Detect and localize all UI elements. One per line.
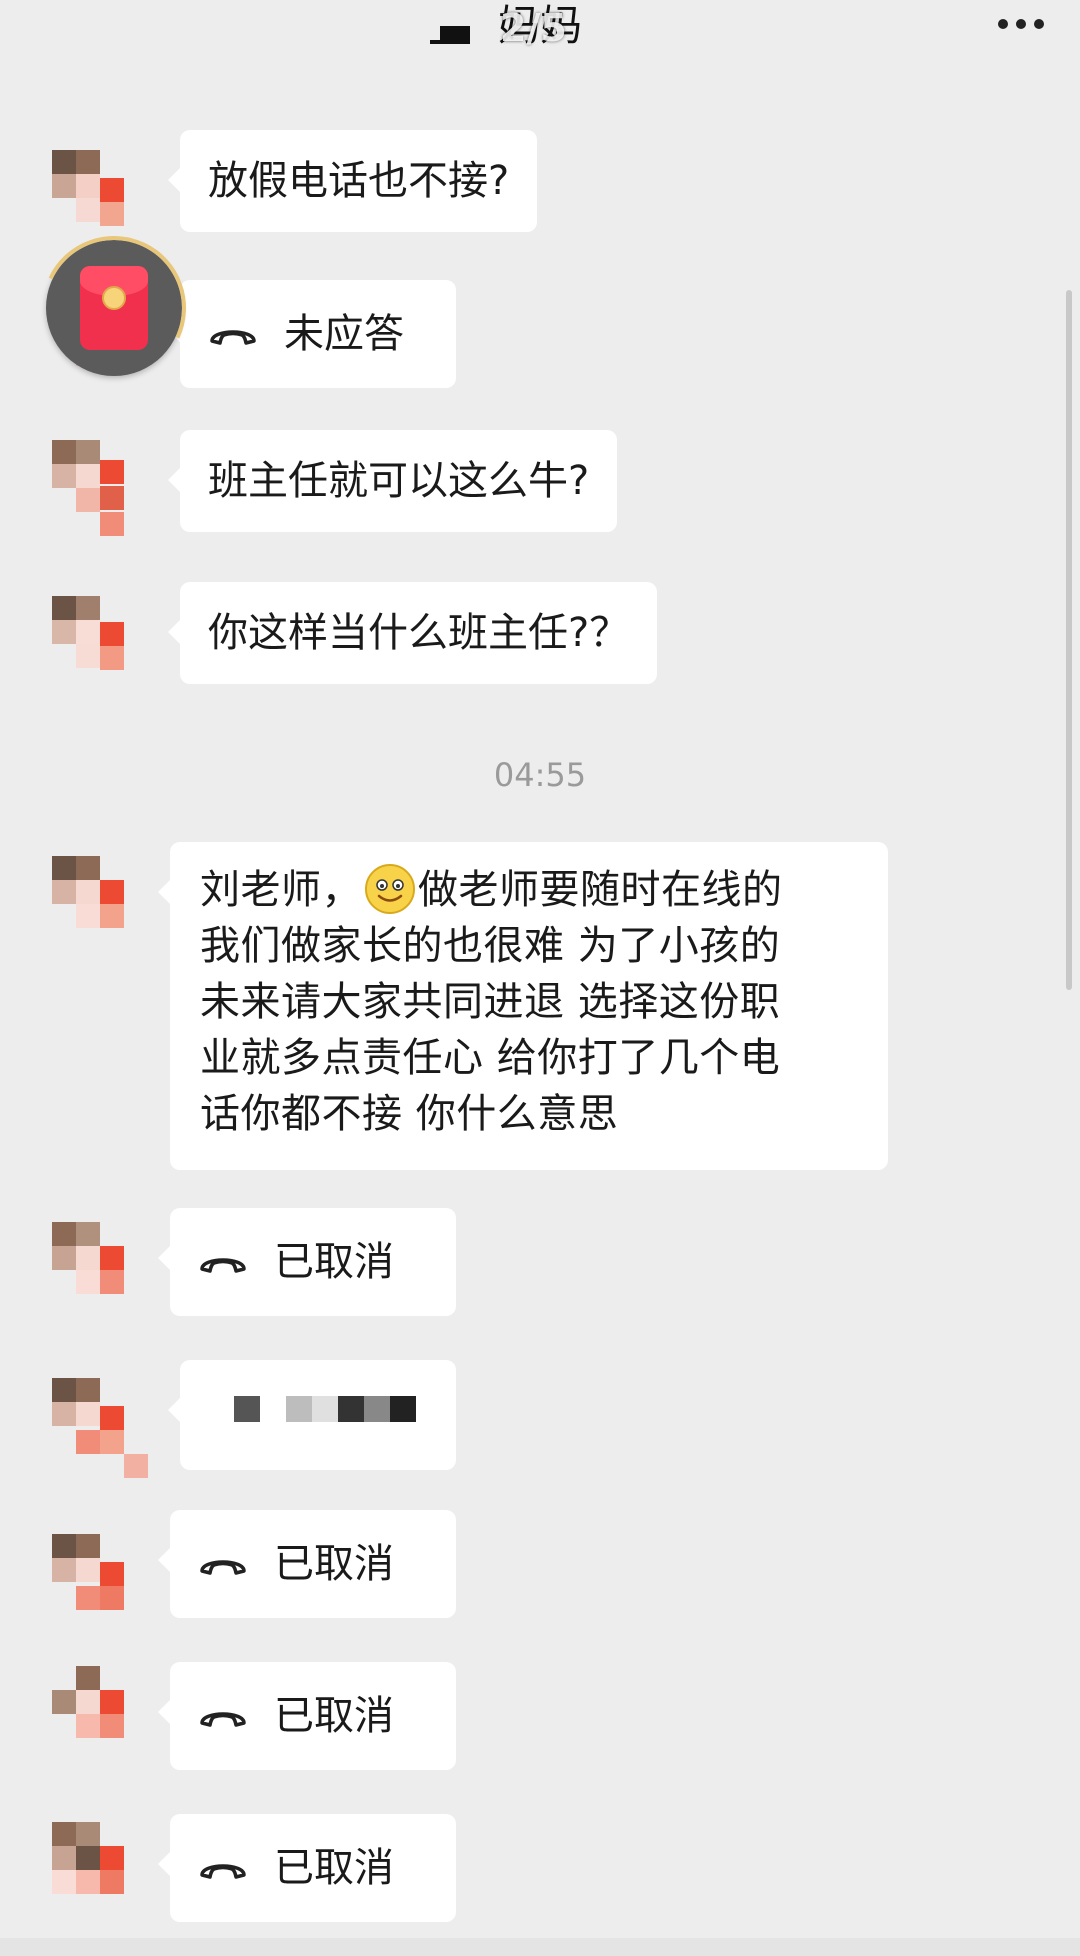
message-text: 班主任就可以这么牛? (208, 458, 590, 504)
call-status-text: 已取消 (274, 1845, 394, 1891)
avatar[interactable] (52, 596, 152, 700)
call-bubble[interactable]: 已取消 (158, 1208, 456, 1316)
phone-hangup-icon (200, 1560, 246, 1575)
phone-hangup-icon (210, 330, 256, 345)
redacted-content (234, 1396, 428, 1422)
phone-hangup-icon (200, 1258, 246, 1273)
image-page-counter: 2/5 (500, 6, 567, 50)
avatar[interactable] (52, 1534, 152, 1638)
message-line: 我们做家长的也很难 为了小孩的 (200, 923, 781, 969)
call-status-text: 已取消 (274, 1541, 394, 1587)
message-line: 刘老师， 做老师要随时在线的 (200, 862, 860, 918)
message-text: 做老师要随时在线的 (418, 867, 783, 913)
back-icon[interactable] (430, 26, 470, 44)
smile-emoji-icon (365, 864, 415, 914)
avatar[interactable] (52, 1666, 152, 1770)
message-line: 话你都不接 你什么意思 (200, 1091, 619, 1137)
avatar[interactable] (52, 1822, 152, 1926)
phone-hangup-icon (200, 1864, 246, 1879)
red-packet-float-button[interactable] (21, 215, 207, 401)
bottom-edge (0, 1938, 1080, 1956)
message-bubble[interactable]: 刘老师， 做老师要随时在线的 我们做家长的也很难 为了小孩的 未来请大家共同进退… (158, 842, 888, 1170)
avatar[interactable] (52, 440, 152, 544)
message-bubble[interactable]: 放假电话也不接? (167, 130, 538, 232)
message-text: 刘老师， (200, 867, 362, 913)
avatar[interactable] (52, 1222, 152, 1326)
red-packet-icon (80, 266, 148, 350)
call-status-text: 已取消 (274, 1693, 394, 1739)
chat-screen: 妈妈 2/5 放假电话也不接? 未应答 班主任就可以这么牛? 你这样当什么班主任… (0, 0, 1080, 1956)
message-bubble[interactable]: 班主任就可以这么牛? (167, 430, 618, 532)
phone-hangup-icon (200, 1712, 246, 1727)
more-dots-icon[interactable] (998, 16, 1054, 32)
message-text: 你这样当什么班主任?？ (208, 610, 630, 656)
avatar[interactable] (52, 856, 152, 960)
call-bubble[interactable]: 已取消 (158, 1814, 456, 1922)
chat-header: 妈妈 2/5 (0, 0, 1080, 70)
call-bubble[interactable]: 已取消 (158, 1510, 456, 1618)
message-text: 放假电话也不接? (208, 158, 510, 204)
message-bubble[interactable]: 你这样当什么班主任?？ (167, 582, 658, 684)
scrollbar[interactable] (1066, 290, 1072, 990)
call-bubble[interactable]: 未应答 (168, 280, 456, 388)
call-status-text: 未应答 (284, 311, 404, 357)
message-line: 未来请大家共同进退 选择这份职 (200, 979, 781, 1025)
avatar[interactable] (52, 1378, 152, 1482)
message-line: 业就多点责任心 给你打了几个电 (200, 1035, 781, 1081)
blurred-message-bubble[interactable] (168, 1360, 456, 1470)
call-status-text: 已取消 (274, 1239, 394, 1285)
timestamp: 04:55 (493, 756, 587, 794)
call-bubble[interactable]: 已取消 (158, 1662, 456, 1770)
